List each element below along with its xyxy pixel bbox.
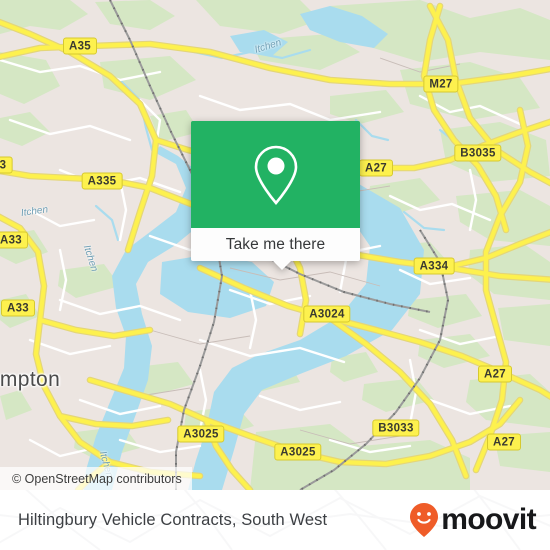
road-shield: A335 (81, 172, 123, 190)
road-shield: A334 (413, 257, 455, 275)
road-shield: A27 (478, 365, 512, 383)
map-screenshot: ItchenItchenItchenItchenItchen ampton A3… (0, 0, 550, 550)
road-shield: A27 (487, 433, 521, 451)
page-title: Hiltingbury Vehicle Contracts, South Wes… (18, 510, 328, 529)
road-shield: A3024 (303, 305, 351, 323)
road-shield: A27 (359, 159, 393, 177)
osm-attribution[interactable]: © OpenStreetMap contributors (0, 467, 192, 490)
road-shield: A3025 (274, 443, 322, 461)
moovit-brand[interactable]: moovit (409, 490, 537, 550)
moovit-pin-smile-icon (410, 503, 439, 537)
road-shield: 3 (0, 156, 13, 174)
map-canvas[interactable]: ItchenItchenItchenItchenItchen ampton A3… (0, 0, 550, 490)
footer-bar: Hiltingbury Vehicle Contracts, South Wes… (0, 490, 550, 550)
take-me-there-callout[interactable]: Take me there (191, 121, 360, 270)
moovit-wordmark: moovit (441, 503, 536, 536)
place-label: ampton (0, 368, 61, 391)
osm-attribution-text: © OpenStreetMap contributors (12, 471, 182, 486)
take-me-there-label: Take me there (225, 235, 326, 253)
road-shield: A35 (63, 37, 97, 55)
road-shield: M27 (423, 75, 459, 93)
road-shield: A33 (0, 231, 28, 249)
road-shield: A3025 (177, 425, 225, 443)
map-pin-icon (254, 145, 297, 205)
road-shield: B3035 (454, 144, 502, 162)
road-shield: B3033 (372, 419, 420, 437)
road-shield: A33 (1, 299, 35, 317)
callout-image-panel (191, 121, 360, 228)
callout-pointer (272, 260, 292, 270)
callout-action-panel[interactable]: Take me there (191, 228, 360, 270)
